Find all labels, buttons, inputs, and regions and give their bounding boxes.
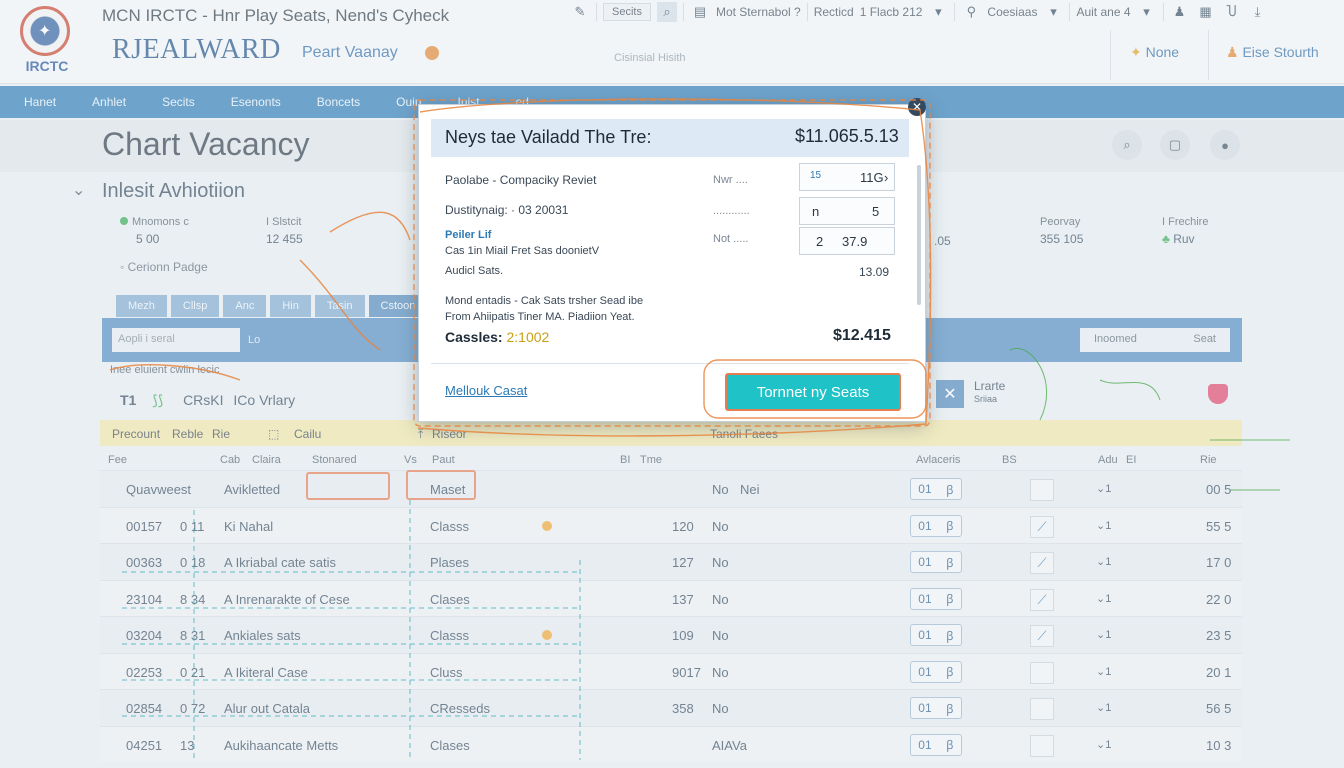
modal-faint: Not .....: [713, 233, 749, 245]
modal-line: Dustitynaig: · 03 20031: [445, 203, 569, 217]
modal-faint: ............: [713, 205, 750, 217]
modal-line: Audicl Sats.: [445, 265, 504, 277]
value-field[interactable]: n5: [799, 197, 895, 225]
cancel-link[interactable]: Mellouk Casat: [445, 383, 527, 398]
modal-faint: Nwr ....: [713, 174, 748, 186]
modal-value: 13.09: [859, 265, 890, 279]
quantity-field[interactable]: 15 11G ›: [799, 163, 895, 191]
modal-price: $11.065.5.13: [795, 126, 899, 146]
modal-line: Paolabe - Compaciky Reviet: [445, 173, 597, 187]
amount-field[interactable]: 2 37.9: [799, 227, 895, 255]
checkout-modal: Neys tae Vailadd The Tre: $11.065.5.13 P…: [418, 104, 926, 422]
modal-note: From Ahiipatis Tiner MA. Piadiion Yeat.: [445, 311, 635, 323]
modal-note: Mond entadis - Cak Sats trsher Sead ibe: [445, 295, 644, 307]
divider: [431, 363, 909, 364]
close-icon[interactable]: ✕: [908, 98, 926, 116]
confirm-seats-button[interactable]: Tornnet ny Seats: [725, 373, 901, 411]
chevron-right-icon: ›: [884, 170, 889, 185]
modal-title: Neys tae Vailadd The Tre:: [445, 127, 652, 147]
modal-line: Cas 1in Miail Fret Sas doonietV: [445, 245, 600, 257]
modal-link[interactable]: Peiler Lif: [445, 229, 491, 241]
scrollbar[interactable]: [917, 165, 921, 305]
total-label: Cassles: 2:1002: [445, 329, 550, 345]
total-amount: $12.415: [833, 327, 891, 344]
